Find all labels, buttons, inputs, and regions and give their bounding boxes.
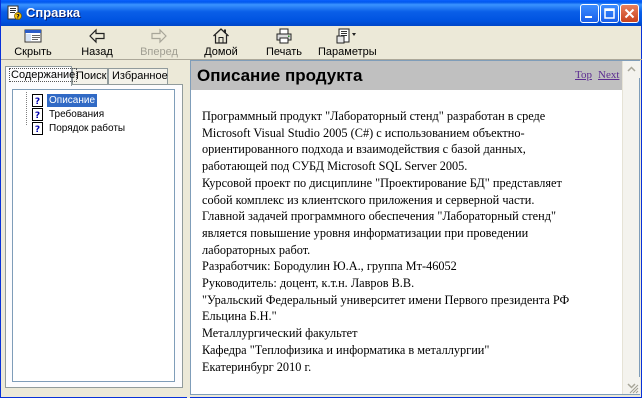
home-button[interactable]: Домой [198, 26, 244, 60]
toolbar: Скрыть Назад Вперед Домой Печать Парамет… [1, 26, 642, 60]
body-line: ориентированного подхода и взаимодействи… [202, 142, 526, 157]
close-button[interactable] [620, 4, 639, 23]
title-bar[interactable]: ? Справка [1, 0, 642, 26]
forward-button[interactable]: Вперед [137, 26, 181, 60]
body-line: Курсовой проект по дисциплине "Проектиро… [202, 175, 562, 190]
tab-contents[interactable]: Содержание [5, 66, 78, 86]
print-label: Печать [265, 46, 303, 58]
help-app-icon: ? [7, 5, 22, 20]
options-button[interactable]: Параметры [318, 26, 377, 60]
options-icon [336, 28, 356, 44]
hide-label: Скрыть [14, 46, 52, 58]
body-line: Кафедра "Теплофизика и информатика в мет… [202, 342, 490, 357]
page-title: Описание продукта [197, 66, 363, 85]
topic-content-pane: Описание продукта Top Next Программный п… [190, 60, 640, 395]
scroll-up-button[interactable] [623, 61, 640, 78]
body-line: "Уральский Федеральный университет имени… [202, 292, 570, 307]
contents-panel: ? Описание ? Требования ? Порядок работы [5, 84, 183, 388]
back-button[interactable]: Назад [75, 26, 119, 60]
hide-button[interactable]: Скрыть [9, 26, 57, 60]
topic-header: Описание продукта Top Next [191, 61, 622, 90]
body-line: Руководитель: доцент, к.т.н. Лавров В.В. [202, 276, 415, 291]
body-line: работающей под СУБД Microsoft SQL Server… [202, 159, 468, 174]
body-line: собой комплекс из клиентского приложения… [202, 192, 535, 207]
back-arrow-icon [89, 28, 105, 44]
tree-connector-line [26, 92, 27, 125]
topic-body: Программный продукт "Лабораторный стенд"… [202, 108, 612, 375]
options-label: Параметры [318, 46, 377, 58]
tree-item-label: Требования [49, 109, 105, 120]
vertical-scrollbar[interactable] [622, 61, 640, 394]
help-topic-icon: ? [32, 108, 43, 121]
help-window: ? Справка Скрыть Назад Вперед Домой Печа… [0, 0, 642, 398]
forward-arrow-icon [151, 28, 167, 44]
body-line: Программный продукт "Лабораторный стенд"… [202, 109, 546, 123]
body-line: Металлургический факультет [202, 326, 358, 341]
minimize-icon [585, 16, 592, 18]
tab-contents-label: Содержание [9, 68, 78, 82]
hide-pane-icon [24, 29, 42, 43]
body-line: Главной задачей программного обеспечения… [202, 209, 556, 224]
tab-favorites-label: Избранное [112, 70, 168, 82]
print-icon [276, 28, 292, 44]
maximize-button[interactable] [600, 4, 619, 23]
svg-text:?: ? [35, 97, 40, 107]
contents-tree[interactable]: ? Описание ? Требования ? Порядок работы [12, 89, 175, 382]
scroll-up-icon [627, 66, 636, 72]
help-topic-icon: ? [32, 94, 43, 107]
tab-search-label: Поиск [76, 70, 107, 82]
body-line: Ельцина Б.Н." [202, 309, 277, 324]
body-line: Microsoft Visual Studio 2005 (C#) с испо… [202, 125, 525, 140]
body-line: лабораторных работ. [202, 242, 311, 257]
next-link[interactable]: Next [598, 69, 619, 81]
svg-text:?: ? [35, 111, 40, 121]
help-topic-icon: ? [32, 122, 43, 135]
svg-text:?: ? [35, 125, 40, 135]
maximize-icon [604, 8, 615, 19]
print-button[interactable]: Печать [261, 26, 307, 60]
forward-label: Вперед [140, 46, 178, 58]
svg-text:?: ? [16, 13, 20, 20]
minimize-button[interactable] [580, 4, 599, 23]
tab-favorites[interactable]: Избранное [108, 68, 168, 85]
tree-item-label: Описание [47, 94, 98, 107]
close-icon [624, 8, 635, 19]
body-line: Екатеринбург 2010 г. [202, 359, 312, 374]
body-line: является повышение уровня информатизации… [202, 225, 529, 240]
home-label: Домой [204, 46, 238, 58]
top-link[interactable]: Top [575, 69, 592, 81]
window-title: Справка [26, 5, 81, 20]
home-icon [213, 28, 229, 44]
resize-grip-icon[interactable] [627, 382, 639, 394]
tree-item-label: Порядок работы [49, 123, 126, 134]
tab-search[interactable]: Поиск [72, 68, 108, 85]
body-line: Разработчик: Бородулин Ю.А., группа Мт-4… [202, 259, 457, 274]
back-label: Назад [81, 46, 113, 58]
